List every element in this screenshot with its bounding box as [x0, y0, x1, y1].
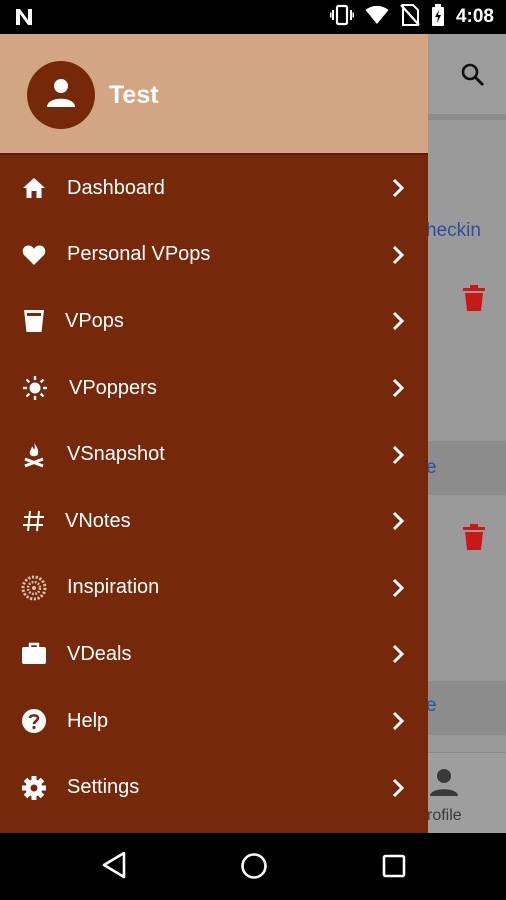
chevron-right-icon: [389, 444, 409, 466]
vibrate-icon: [329, 4, 355, 31]
menu-item-label: Settings: [67, 776, 140, 799]
chevron-right-icon: [389, 377, 409, 399]
chevron-right-icon: [389, 777, 409, 799]
briefcase-icon: [21, 641, 47, 667]
drawer-menu: Dashboard Personal VPops VPops VPoppers …: [0, 155, 428, 821]
menu-item-label: Inspiration: [67, 576, 160, 599]
chevron-right-icon: [389, 310, 409, 332]
n-notification-icon: [14, 7, 34, 32]
drawer-header: Test: [0, 34, 428, 155]
menu-item-dashboard[interactable]: Dashboard: [0, 155, 428, 222]
menu-item-settings[interactable]: Settings: [0, 754, 428, 821]
heart-icon: [21, 242, 47, 268]
trash-icon[interactable]: [462, 524, 486, 555]
menu-item-label: VSnapshot: [67, 443, 165, 466]
menu-item-vdeals[interactable]: VDeals: [0, 621, 428, 688]
menu-item-label: VPoppers: [69, 376, 157, 399]
menu-item-help[interactable]: Help: [0, 688, 428, 755]
chevron-right-icon: [389, 510, 409, 532]
menu-item-label: VPops: [65, 309, 124, 332]
menu-item-label: Help: [67, 709, 109, 732]
no-sim-icon: [400, 3, 420, 31]
cup-icon: [21, 308, 47, 334]
person-icon: [45, 77, 77, 114]
menu-item-label: Dashboard: [67, 176, 165, 199]
chevron-right-icon: [389, 177, 409, 199]
wifi-icon: [365, 5, 389, 30]
sun-icon: [22, 375, 48, 401]
menu-item-inspiration[interactable]: Inspiration: [0, 555, 428, 622]
search-icon[interactable]: [460, 62, 486, 93]
menu-item-vnotes[interactable]: VNotes: [0, 488, 428, 555]
chevron-right-icon: [389, 244, 409, 266]
gear-flower-icon: [21, 575, 47, 601]
clock: 4:08: [455, 6, 494, 27]
status-bar: 4:08: [0, 0, 506, 34]
menu-item-personal-vpops[interactable]: Personal VPops: [0, 222, 428, 289]
menu-item-vpoppers[interactable]: VPoppers: [0, 355, 428, 422]
navigation-drawer: Test Dashboard Personal VPops VPops VPop…: [0, 34, 428, 833]
bottom-nav-profile-label[interactable]: rofile: [427, 807, 462, 825]
chevron-right-icon: [389, 643, 409, 665]
home-icon: [21, 175, 47, 201]
menu-item-vsnapshot[interactable]: VSnapshot: [0, 421, 428, 488]
menu-item-label: VNotes: [65, 509, 131, 532]
user-name: Test: [109, 81, 159, 109]
battery-icon: [431, 3, 445, 31]
campfire-icon: [21, 442, 47, 468]
back-icon[interactable]: [101, 851, 127, 884]
menu-item-vpops[interactable]: VPops: [0, 288, 428, 355]
chevron-right-icon: [389, 577, 409, 599]
chevron-right-icon: [389, 710, 409, 732]
settings-icon: [21, 775, 47, 801]
hash-icon: [21, 508, 47, 534]
person-icon[interactable]: [429, 767, 459, 802]
menu-item-label: VDeals: [67, 642, 132, 665]
background-link[interactable]: heckin: [426, 220, 481, 242]
trash-icon[interactable]: [462, 285, 486, 316]
system-navigation-bar: [0, 833, 506, 900]
recents-icon[interactable]: [382, 854, 406, 883]
home-circle-icon[interactable]: [240, 852, 268, 885]
menu-item-label: Personal VPops: [67, 243, 211, 266]
avatar[interactable]: [27, 61, 95, 129]
help-icon: [21, 708, 47, 734]
